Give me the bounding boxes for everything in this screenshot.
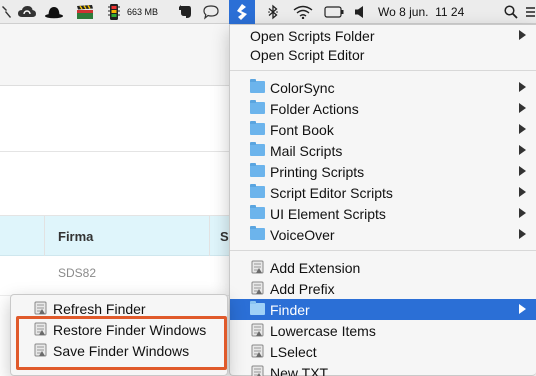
folder-icon <box>250 226 265 240</box>
menu-item-label: ColorSync <box>270 79 335 96</box>
clapperboard-icon[interactable] <box>72 0 98 24</box>
submenu-arrow-icon <box>519 229 526 239</box>
script-icon <box>251 344 264 358</box>
submenu-arrow-icon <box>519 145 526 155</box>
folder-icon <box>250 205 265 219</box>
menu-item-colorsync[interactable]: ColorSync <box>230 77 536 98</box>
elephant-icon[interactable] <box>175 0 195 24</box>
menu-item-open-script-editor[interactable]: Open Script Editor <box>230 44 536 65</box>
datetime-text: Wo 8 jun. 11 24 <box>378 5 465 19</box>
script-icon <box>251 323 264 337</box>
menu-item-label: VoiceOver <box>270 226 335 243</box>
submenu-arrow-icon <box>519 103 526 113</box>
menu-item-printing-scripts[interactable]: Printing Scripts <box>230 161 536 182</box>
wifi-icon[interactable] <box>290 0 316 24</box>
table-cell-firma: SDS82 <box>58 266 97 280</box>
menu-item-label: Printing Scripts <box>270 163 365 180</box>
folder-icon <box>250 100 265 114</box>
bluetooth-icon[interactable] <box>262 0 284 24</box>
menu-item-new-txt[interactable]: New TXT <box>230 362 536 376</box>
submenu-arrow-icon <box>519 166 526 176</box>
menu-item-label: Mail Scripts <box>270 142 343 159</box>
menu-item-label: Open Scripts Folder <box>250 27 375 44</box>
menu-item-label: UI Element Scripts <box>270 205 386 222</box>
menu-item-font-book[interactable]: Font Book <box>230 119 536 140</box>
submenu-arrow-icon <box>519 30 526 40</box>
menu-item-folder-actions[interactable]: Folder Actions <box>230 98 536 119</box>
script-icon <box>251 260 264 274</box>
menu-item-label: New TXT <box>270 364 329 376</box>
menu-separator <box>230 250 536 251</box>
folder-icon <box>250 163 265 177</box>
battery-icon[interactable] <box>323 0 345 24</box>
folder-icon <box>250 301 265 315</box>
search-icon[interactable] <box>500 0 522 24</box>
memory-label[interactable]: 663 MB <box>127 0 171 24</box>
folder-icon <box>250 121 265 135</box>
folder-icon <box>250 79 265 93</box>
script-icon <box>34 301 47 315</box>
menu-item-label: Add Prefix <box>270 280 335 297</box>
submenu-arrow-icon <box>519 208 526 218</box>
memory-value: 663 MB <box>127 7 159 17</box>
menu-item-label: Folder Actions <box>270 100 359 117</box>
submenu-arrow-icon <box>519 124 526 134</box>
menu-item-add-extension[interactable]: Add Extension <box>230 257 536 278</box>
column-header-s[interactable]: S <box>220 229 229 244</box>
notification-center-icon[interactable] <box>524 0 536 24</box>
menu-item-voiceover[interactable]: VoiceOver <box>230 224 536 245</box>
menu-item-mail-scripts[interactable]: Mail Scripts <box>230 140 536 161</box>
menu-item-label: Script Editor Scripts <box>270 184 393 201</box>
menu-item-label: LSelect <box>270 343 317 360</box>
menu-separator <box>230 70 536 71</box>
script-icon <box>251 281 264 295</box>
submenu-arrow-icon <box>519 304 526 314</box>
menu-item-label: Add Extension <box>270 259 361 276</box>
menu-item-lselect[interactable]: LSelect <box>230 341 536 362</box>
menu-item-script-editor-scripts[interactable]: Script Editor Scripts <box>230 182 536 203</box>
folder-icon <box>250 142 265 156</box>
annotation-highlight-box <box>16 316 227 370</box>
menu-item-label: Finder <box>270 301 310 318</box>
volume-icon[interactable] <box>350 0 370 24</box>
submenu-arrow-icon <box>519 187 526 197</box>
menu-item-open-scripts-folder[interactable]: Open Scripts Folder <box>230 25 536 46</box>
menu-item-finder[interactable]: Finder <box>230 299 536 320</box>
menu-item-label: Refresh Finder <box>53 300 146 317</box>
cloud-sync-icon[interactable] <box>15 0 39 24</box>
menu-item-ui-element-scripts[interactable]: UI Element Scripts <box>230 203 536 224</box>
menu-item-label: Open Script Editor <box>250 46 365 63</box>
menu-item-add-prefix[interactable]: Add Prefix <box>230 278 536 299</box>
scripts-icon[interactable] <box>229 0 255 24</box>
submenu-arrow-icon <box>519 82 526 92</box>
script-icon <box>251 365 264 376</box>
folder-icon <box>250 184 265 198</box>
menu-item-label: Lowercase Items <box>270 322 376 339</box>
wrench-icon[interactable] <box>0 0 14 24</box>
scripts-menu: Open Scripts Folder Open Script Editor C… <box>229 24 536 376</box>
menu-item-lowercase-items[interactable]: Lowercase Items <box>230 320 536 341</box>
menu-item-label: Font Book <box>270 121 334 138</box>
memory-chip-icon[interactable] <box>104 0 124 24</box>
speech-bubble-icon[interactable] <box>200 0 222 24</box>
bowler-hat-icon[interactable] <box>42 0 66 24</box>
menu-bar: 663 MB Wo 8 jun. 11 24 <box>0 0 536 24</box>
column-header-firma[interactable]: Firma <box>58 229 93 244</box>
clock[interactable]: Wo 8 jun. 11 24 <box>378 0 500 24</box>
